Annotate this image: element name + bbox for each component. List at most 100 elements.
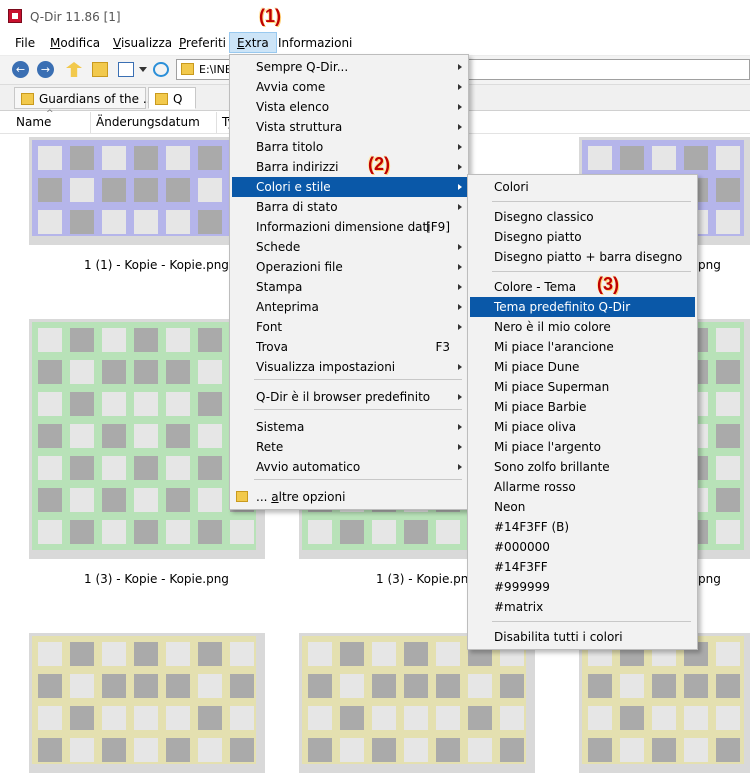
color-option-mi-piace-l-argento[interactable]: Mi piace l'argento	[468, 437, 697, 457]
color-option-sono-zolfo-brillante[interactable]: Sono zolfo brillante	[468, 457, 697, 477]
color-option-000000[interactable]: #000000	[468, 537, 697, 557]
file-thumbnail[interactable]	[26, 134, 265, 245]
menu-item-barra-di-stato[interactable]: Barra di stato	[230, 197, 468, 217]
thumbnail-cell	[468, 738, 492, 762]
tab-q[interactable]: Q	[148, 87, 196, 109]
thumbnail-cell	[198, 328, 222, 352]
file-caption[interactable]: 1 (3) - Kopie.png	[376, 572, 476, 586]
thumbnail-grid	[308, 642, 526, 762]
color-option-14f3ff-b[interactable]: #14F3FF (B)	[468, 517, 697, 537]
menu-item-colori-e-stile[interactable]: Colori e stile	[232, 177, 468, 197]
file-thumbnail[interactable]	[26, 316, 265, 559]
refresh-icon[interactable]	[153, 62, 169, 77]
menu-informazioni[interactable]: Informazioni	[271, 32, 359, 54]
color-option-tema-predefinito-q-dir[interactable]: Tema predefinito Q-Dir	[470, 297, 695, 317]
menu-item-rete[interactable]: Rete	[230, 437, 468, 457]
back-icon[interactable]: ←	[12, 61, 29, 78]
color-option-mi-piace-superman[interactable]: Mi piace Superman	[468, 377, 697, 397]
color-option-colore-tema[interactable]: Colore - Tema	[468, 277, 697, 297]
color-option-mi-piace-dune[interactable]: Mi piace Dune	[468, 357, 697, 377]
up-folder-icon[interactable]	[66, 62, 82, 77]
menu-file[interactable]: File	[8, 32, 42, 54]
menu-separator	[254, 379, 462, 380]
menu-item-anteprima[interactable]: Anteprima	[230, 297, 468, 317]
thumbnail-cell	[500, 706, 524, 730]
color-option-14f3ff[interactable]: #14F3FF	[468, 557, 697, 577]
forward-icon[interactable]: →	[37, 61, 54, 78]
color-option-mi-piace-l-arancione[interactable]: Mi piace l'arancione	[468, 337, 697, 357]
thumbnail-cell	[684, 706, 708, 730]
color-option-disabilita-tutti-i-colori[interactable]: Disabilita tutti i colori	[468, 627, 697, 647]
thumbnail-cell	[500, 674, 524, 698]
column-divider[interactable]	[216, 112, 217, 133]
menu-item-operazioni-file[interactable]: Operazioni file	[230, 257, 468, 277]
submenu-arrow-icon	[458, 164, 462, 170]
color-option-mi-piace-oliva[interactable]: Mi piace oliva	[468, 417, 697, 437]
file-caption[interactable]: png	[698, 258, 721, 272]
menu-item-label: #14F3FF (B)	[494, 520, 570, 534]
color-option-colori[interactable]: Colori	[468, 177, 697, 197]
menu-item-stampa[interactable]: Stampa	[230, 277, 468, 297]
thumbnail-cell	[308, 674, 332, 698]
menu-item-avvia-come[interactable]: Avvia come	[230, 77, 468, 97]
menu-item-label: #999999	[494, 580, 550, 594]
menu-item-schede[interactable]: Schede	[230, 237, 468, 257]
column-date[interactable]: Änderungsdatum	[96, 115, 200, 129]
menu-item-sempre-qdir[interactable]: Sempre Q-Dir...	[230, 57, 468, 77]
thumbnail-cell	[102, 674, 126, 698]
color-option-matrix[interactable]: #matrix	[468, 597, 697, 617]
thumbnail-cell	[716, 642, 740, 666]
color-option-999999[interactable]: #999999	[468, 577, 697, 597]
menu-item-visualizza-impostazioni[interactable]: Visualizza impostazioni	[230, 357, 468, 377]
menu-item-browser-predefinito[interactable]: Q-Dir è il browser predefinito	[230, 387, 468, 407]
menu-item-label: Informazioni dimensione dati	[256, 220, 431, 234]
color-option-allarme-rosso[interactable]: Allarme rosso	[468, 477, 697, 497]
thumbnail-image	[302, 636, 526, 764]
menu-modifica[interactable]: Modifica	[43, 32, 107, 54]
column-divider[interactable]	[90, 112, 91, 133]
menu-item-vista-elenco[interactable]: Vista elenco	[230, 97, 468, 117]
menu-item-label: Mi piace oliva	[494, 420, 577, 434]
file-thumbnail[interactable]	[26, 630, 265, 773]
color-option-disegno-piatto[interactable]: Disegno piatto	[468, 227, 697, 247]
menu-item-label: ... altre opzioni	[256, 490, 346, 504]
color-option-nero-il-mio-colore[interactable]: Nero è il mio colore	[468, 317, 697, 337]
view-mode-icon[interactable]	[118, 62, 134, 77]
menu-item-info-dimensione-dati[interactable]: Informazioni dimensione dati [F9]	[230, 217, 468, 237]
thumbnail-cell	[38, 488, 62, 512]
tab-guardians[interactable]: Guardians of the ...	[14, 87, 154, 109]
menu-item-avvio-automatico[interactable]: Avvio automatico	[230, 457, 468, 477]
menu-item-trova[interactable]: Trova F3	[230, 337, 468, 357]
file-thumbnail[interactable]	[576, 630, 750, 773]
view-dropdown-icon[interactable]	[139, 67, 147, 72]
folder-icon	[181, 63, 194, 75]
thumbnail-cell	[230, 674, 254, 698]
menu-item-label: Disegno piatto	[494, 230, 582, 244]
file-caption[interactable]: 1 (1) - Kopie - Kopie.png	[84, 258, 229, 272]
thumbnail-cell	[716, 520, 740, 544]
file-caption[interactable]: 1 (3) - Kopie - Kopie.png	[84, 572, 229, 586]
file-caption[interactable]: png	[698, 572, 721, 586]
color-option-disegno-piatto-barra-disegno[interactable]: Disegno piatto + barra disegno	[468, 247, 697, 267]
color-option-mi-piace-barbie[interactable]: Mi piace Barbie	[468, 397, 697, 417]
thumbnail-cell	[436, 738, 460, 762]
menu-item-font[interactable]: Font	[230, 317, 468, 337]
menu-item-vista-struttura[interactable]: Vista struttura	[230, 117, 468, 137]
menu-item-label: #000000	[494, 540, 550, 554]
menu-visualizza[interactable]: Visualizza	[106, 32, 179, 54]
menu-item-label: Neon	[494, 500, 526, 514]
menu-item-sistema[interactable]: Sistema	[230, 417, 468, 437]
menu-preferiti[interactable]: Preferiti	[172, 32, 233, 54]
thumbnail-cell	[166, 642, 190, 666]
submenu-arrow-icon	[458, 394, 462, 400]
color-option-neon[interactable]: Neon	[468, 497, 697, 517]
color-option-disegno-classico[interactable]: Disegno classico	[468, 207, 697, 227]
menu-extra[interactable]: Extra	[229, 32, 277, 53]
menu-item-barra-titolo[interactable]: Barra titolo	[230, 137, 468, 157]
thumbnail-cell	[134, 360, 158, 384]
new-folder-icon[interactable]	[92, 62, 108, 77]
menu-item-barra-indirizzi[interactable]: Barra indirizzi	[230, 157, 468, 177]
file-thumbnail[interactable]	[296, 630, 535, 773]
menu-item-label: #14F3FF	[494, 560, 548, 574]
menu-item-altre-opzioni[interactable]: ... altre opzioni	[230, 487, 468, 507]
